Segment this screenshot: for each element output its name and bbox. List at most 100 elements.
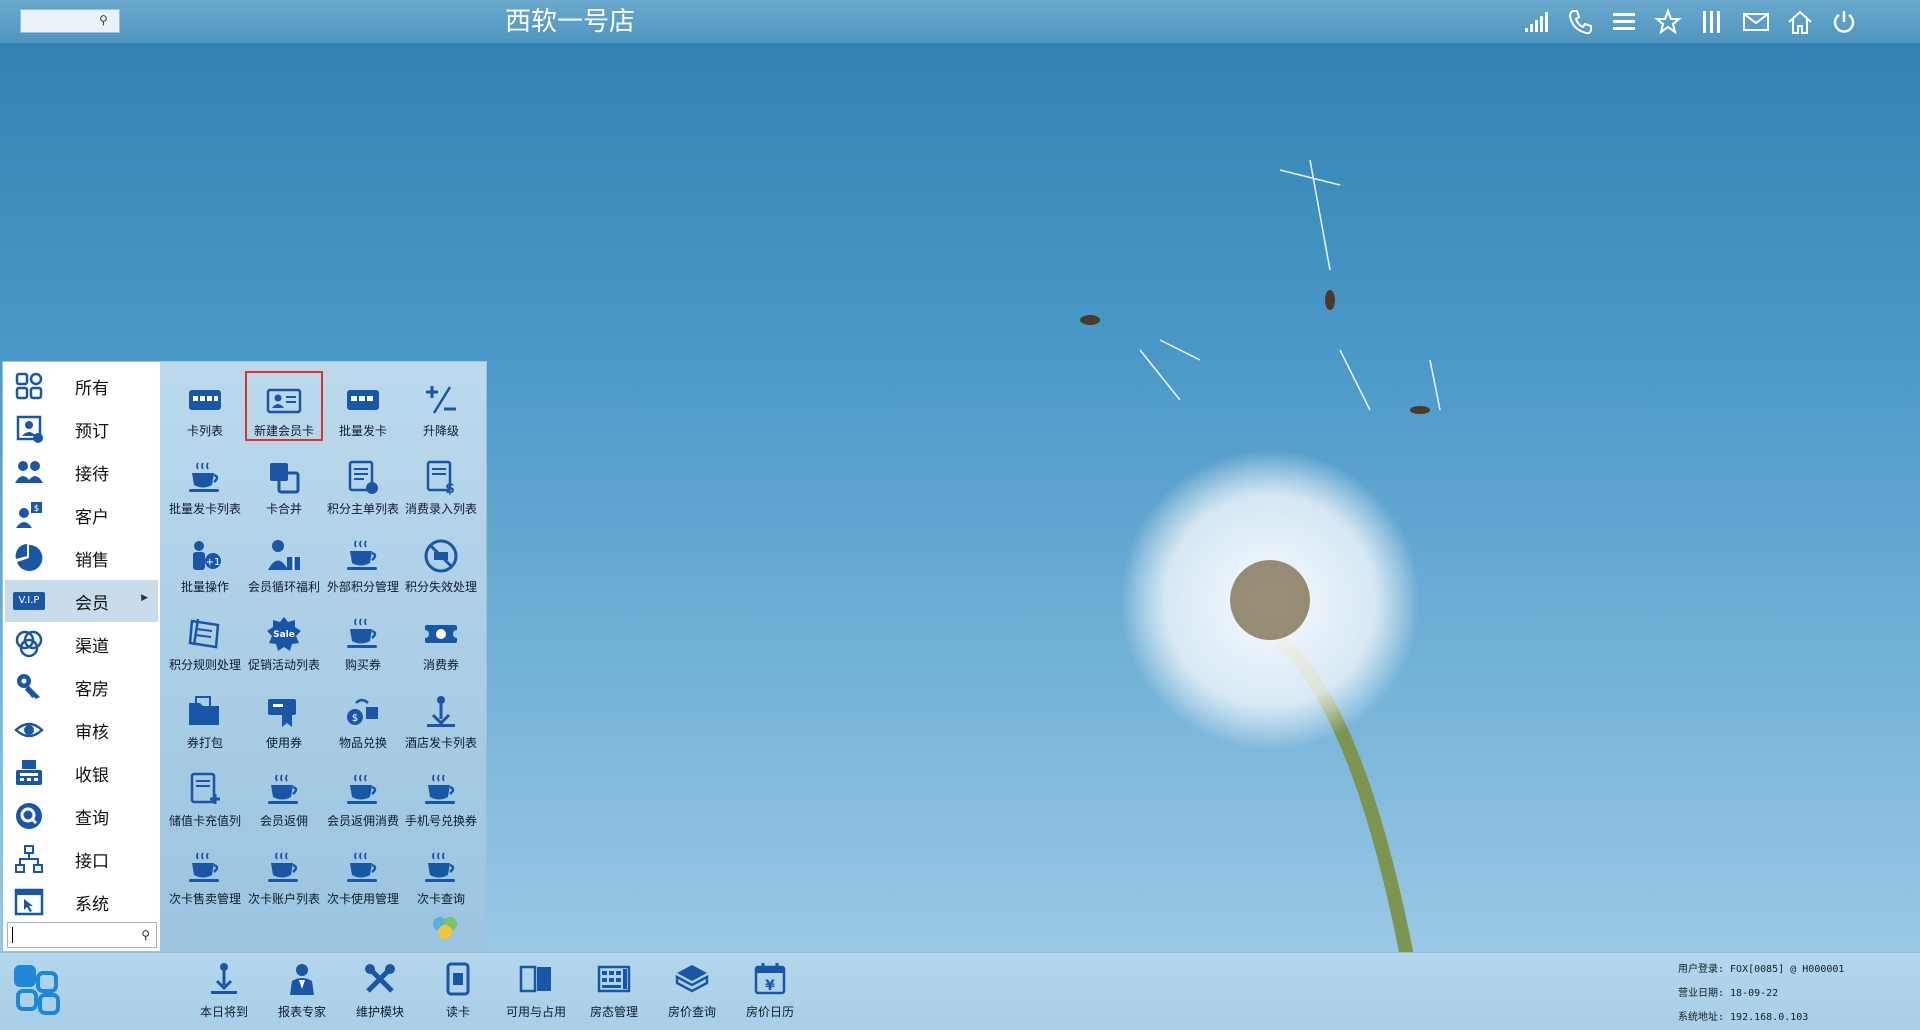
tile-points-list[interactable]: 积分主单列表 [324,450,402,520]
tile-card-merge[interactable]: 卡合并 [245,450,323,520]
taskbar-room-status[interactable]: 房态管理 [575,959,653,1025]
home-icon[interactable] [1784,6,1816,38]
vip-icon: V.I.P [13,585,45,617]
category-label: 查询 [75,808,109,829]
menu-search-input[interactable]: ⚲ [7,922,157,948]
tile-phone-voucher[interactable]: 手机号兑换券 [402,762,480,832]
color-wheel-icon[interactable] [430,912,460,942]
tile-new-member-card[interactable]: 新建会员卡 [245,371,323,441]
sales-icon [13,542,45,574]
audit-icon [13,714,45,746]
coffee-cup-icon [185,848,225,888]
category-interface[interactable]: 接口 [5,838,158,880]
store-title: 西软一号店 [504,7,635,37]
tile-label: 手机号兑换券 [404,814,477,828]
taskbar-label: 房价查询 [667,1005,716,1019]
tile-member-welfare[interactable]: 会员循环福利 [245,528,323,598]
start-menu: 所有 预订 接待 $ 客户 销售 V.I.P 会员 ▶ 渠道 客房 审核 收银 … [2,361,487,952]
tile-times-card-sales[interactable]: 次卡售卖管理 [166,840,244,910]
text-caret [12,927,13,943]
top-search-input[interactable]: ⚲ [20,9,120,33]
tile-label: 促销活动列表 [247,658,320,672]
tile-label: 消费券 [422,658,459,672]
category-query[interactable]: 查询 [5,795,158,837]
card-merge-icon [264,458,304,498]
tile-times-card-query[interactable]: 次卡查询 [402,840,480,910]
columns-icon[interactable] [1696,6,1728,38]
taskbar-rate-query[interactable]: 房价查询 [653,959,731,1025]
taskbar-rate-calendar[interactable]: ¥ 房价日历 [731,959,809,1025]
tile-stored-value-recharge[interactable]: 储值卡充值列 [166,762,244,832]
tile-upgrade[interactable]: 升降级 [402,372,480,442]
category-sales[interactable]: 销售 [5,537,158,579]
category-label: 预订 [75,421,109,442]
category-system[interactable]: 系统 [5,881,158,923]
tile-label: 外部积分管理 [326,580,399,594]
tile-label: 会员返佣 [259,814,308,828]
coffee-cup-icon [343,614,383,654]
tile-card-list[interactable]: 卡列表 [166,372,244,442]
tile-label: 积分规则处理 [168,658,241,672]
tile-consume-voucher[interactable]: 消费券 [402,606,480,676]
voucher-icon [421,614,461,654]
tile-consume-list[interactable]: $ 消费录入列表 [402,450,480,520]
tile-label: 消费录入列表 [404,502,477,516]
tile-external-points[interactable]: 外部积分管理 [324,528,402,598]
category-label: 收银 [75,765,109,786]
tile-batch-card-list[interactable]: 批量发卡列表 [166,450,244,520]
tile-voucher-package[interactable]: 券打包 [166,684,244,754]
category-room[interactable]: 客房 [5,666,158,708]
tile-buy-voucher[interactable]: 购买券 [324,606,402,676]
category-member[interactable]: V.I.P 会员 ▶ [5,580,158,622]
top-toolbar [1520,6,1860,38]
svg-text:$: $ [445,481,455,497]
tile-points-rules[interactable]: 积分规则处理 [166,606,244,676]
tile-member-rebate[interactable]: 会员返佣 [245,762,323,832]
taskbar-report-expert[interactable]: 报表专家 [263,959,341,1025]
tile-batch-operation[interactable]: +1 批量操作 [166,528,244,598]
category-customer[interactable]: $ 客户 [5,494,158,536]
folder-icon [185,692,225,732]
tile-label: 积分主单列表 [326,502,399,516]
taskbar-arrivals-today[interactable]: 本日将到 [185,959,263,1025]
status-user: 用户登录: FOX[0085] @ H000001 [1678,964,1845,975]
search-icon[interactable]: ⚲ [141,928,150,942]
category-label: 审核 [75,722,109,743]
tile-times-card-accounts[interactable]: 次卡账户列表 [245,840,323,910]
menu-icon[interactable] [1608,6,1640,38]
tile-times-card-usage[interactable]: 次卡使用管理 [324,840,402,910]
category-cashier[interactable]: 收银 [5,752,158,794]
tile-use-voucher[interactable]: 使用券 [245,684,323,754]
category-audit[interactable]: 审核 [5,709,158,751]
tile-label: 储值卡充值列 [168,814,241,828]
tile-label: 酒店发卡列表 [404,736,477,750]
batch-op-icon: +1 [185,536,225,576]
taskbar-availability[interactable]: 可用与占用 [497,959,575,1025]
tile-member-rebate-consume[interactable]: 会员返佣消费 [324,762,402,832]
tile-points-expiry[interactable]: 积分失效处理 [402,528,480,598]
power-icon[interactable] [1828,6,1860,38]
category-booking[interactable]: 预订 [5,408,158,450]
search-icon[interactable]: ⚲ [99,13,113,27]
use-voucher-icon [264,692,304,732]
star-icon[interactable] [1652,6,1684,38]
tile-promotion-list[interactable]: Sale 促销活动列表 [245,606,323,676]
category-reception[interactable]: 接待 [5,451,158,493]
category-list: 所有 预订 接待 $ 客户 销售 V.I.P 会员 ▶ 渠道 客房 审核 收银 … [3,362,160,917]
tile-label: 会员循环福利 [247,580,320,594]
start-button[interactable] [12,961,64,1021]
taskbar-maintenance[interactable]: 维护模块 [341,959,419,1025]
tile-hotel-card-list[interactable]: 酒店发卡列表 [402,684,480,754]
status-system-address: 系统地址: 192.168.0.103 [1678,1012,1809,1023]
channel-icon [13,628,45,660]
coffee-cup-icon [264,770,304,810]
phone-icon[interactable] [1564,6,1596,38]
category-all[interactable]: 所有 [5,365,158,407]
signal-icon[interactable] [1520,6,1552,38]
mail-icon[interactable] [1740,6,1772,38]
tile-batch-card[interactable]: 批量发卡 [324,372,402,442]
interface-icon [13,843,45,875]
tile-item-exchange[interactable]: $ 物品兑换 [324,684,402,754]
taskbar-read-card[interactable]: 读卡 [419,959,497,1025]
category-channel[interactable]: 渠道 [5,623,158,665]
